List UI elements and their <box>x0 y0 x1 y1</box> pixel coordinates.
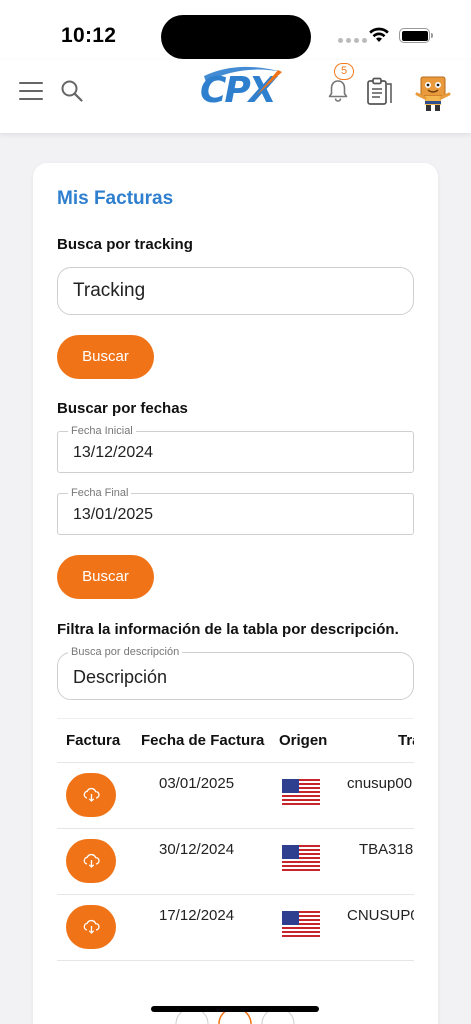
app-header: CPX 5 <box>0 60 471 133</box>
notification-badge: 5 <box>334 63 354 80</box>
bell-icon[interactable] <box>327 78 349 102</box>
cloud-download-icon <box>83 787 100 802</box>
us-flag-icon <box>282 845 320 871</box>
pager-next-button[interactable] <box>260 1010 296 1024</box>
cpx-logo[interactable]: CPX <box>198 62 286 106</box>
header-factura: Factura <box>66 732 121 749</box>
pager-current-page[interactable] <box>217 1010 253 1024</box>
invoices-table[interactable]: Factura Fecha de Factura Origen Tra 03/0… <box>57 718 414 963</box>
avatar-box-character-icon[interactable] <box>414 73 452 113</box>
dates-label: Buscar por fechas <box>57 400 188 417</box>
invoice-date: 30/12/2024 <box>159 841 235 858</box>
header-origen: Origen <box>279 732 328 749</box>
description-input[interactable]: Descripción <box>57 652 414 700</box>
tracking-input[interactable]: Tracking <box>57 267 414 315</box>
tracking-number: cnusup00 <box>347 775 413 792</box>
download-invoice-button[interactable] <box>66 773 116 817</box>
table-header: Factura Fecha de Factura Origen Tra <box>57 718 414 763</box>
download-invoice-button[interactable] <box>66 839 116 883</box>
tracking-label: Busca por tracking <box>57 236 193 253</box>
cloud-download-icon <box>83 853 100 868</box>
header-tracking: Tra <box>398 732 414 749</box>
end-date-label: Fecha Final <box>68 487 132 499</box>
svg-text:CPX: CPX <box>200 70 279 106</box>
wifi-icon <box>369 27 389 42</box>
table-row: 03/01/2025 cnusup00 <box>57 763 414 829</box>
tracking-number: CNUSUP0 <box>347 907 414 924</box>
end-date-field[interactable]: 13/01/2025 <box>57 493 414 535</box>
us-flag-icon <box>282 779 320 805</box>
page-title: Mis Facturas <box>57 188 174 209</box>
clipboard-icon[interactable] <box>365 76 393 106</box>
invoice-date: 17/12/2024 <box>159 907 235 924</box>
search-tracking-button[interactable]: Buscar <box>57 335 154 379</box>
tracking-number: TBA3186 <box>359 841 414 858</box>
description-label: Busca por descripción <box>68 646 183 658</box>
hamburger-icon[interactable] <box>19 82 43 100</box>
header-fecha: Fecha de Factura <box>141 732 265 749</box>
dynamic-island <box>161 15 311 59</box>
battery-icon <box>399 28 433 43</box>
start-date-field[interactable]: 13/12/2024 <box>57 431 414 473</box>
cloud-download-icon <box>83 919 100 934</box>
home-indicator <box>151 1006 319 1012</box>
pager-prev-button[interactable] <box>174 1010 210 1024</box>
filter-label: Filtra la información de la tabla por de… <box>57 621 399 638</box>
start-date-label: Fecha Inicial <box>68 425 136 437</box>
signal-icon <box>338 38 367 43</box>
table-row: 17/12/2024 CNUSUP0 <box>57 895 414 961</box>
status-bar: 10:12 <box>0 0 471 60</box>
download-invoice-button[interactable] <box>66 905 116 949</box>
table-row: 30/12/2024 TBA3186 <box>57 829 414 895</box>
search-dates-button[interactable]: Buscar <box>57 555 154 599</box>
invoice-date: 03/01/2025 <box>159 775 235 792</box>
status-time: 10:12 <box>61 24 117 47</box>
us-flag-icon <box>282 911 320 937</box>
search-icon[interactable] <box>60 79 84 103</box>
